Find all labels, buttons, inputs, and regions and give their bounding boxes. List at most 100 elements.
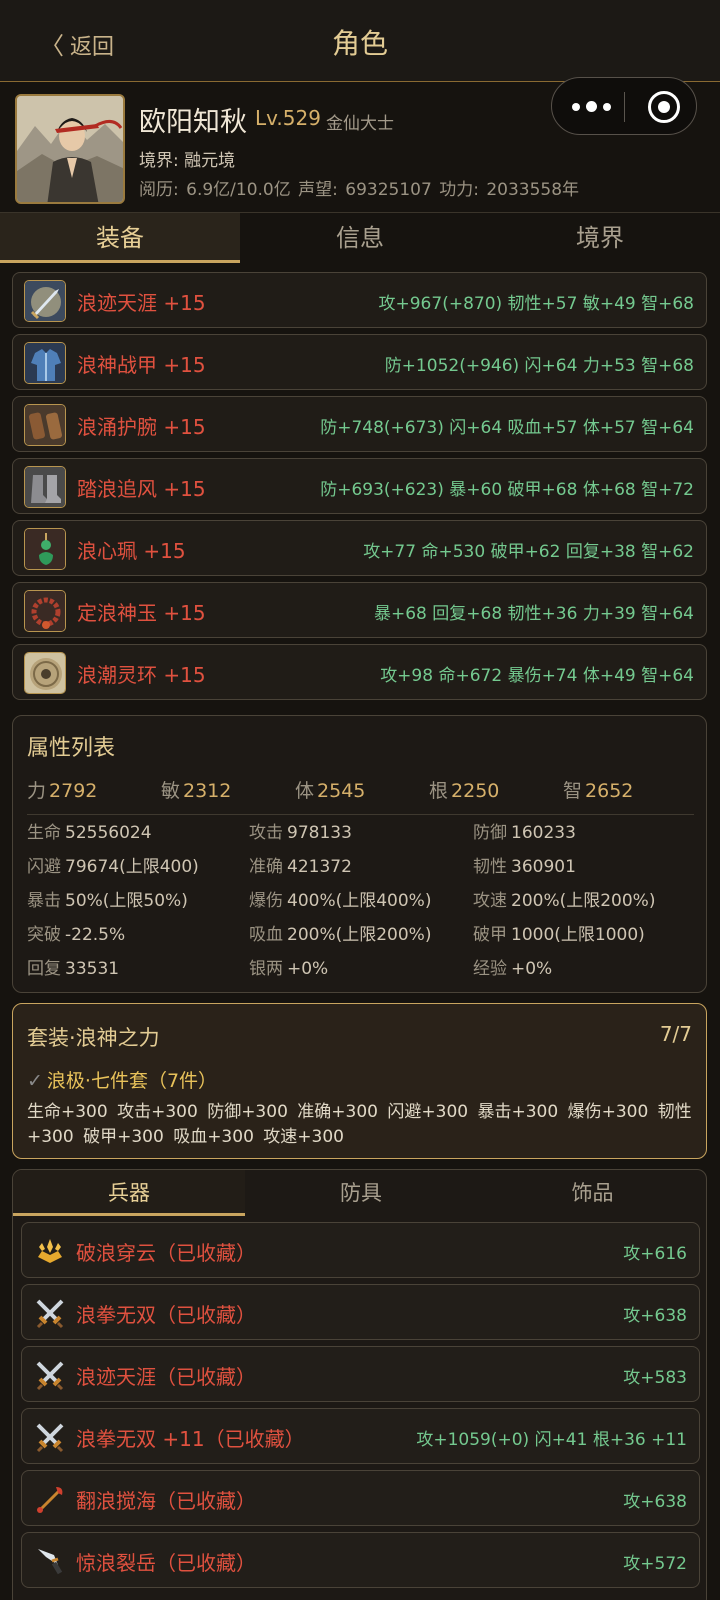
- attr-cell: 破甲 1000(上限1000): [473, 925, 645, 945]
- equipment-name: 定浪神玉 +15: [77, 601, 206, 625]
- tab-equipment[interactable]: 装备: [0, 213, 240, 263]
- dagger-icon: [34, 1545, 66, 1577]
- capsule-divider: [624, 92, 625, 122]
- golden-crown-icon: [34, 1235, 66, 1267]
- equipment-row[interactable]: 浪涌护腕 +15 防+748(+673) 闪+64 吸血+57 体+57 智+6…: [12, 396, 707, 452]
- equipment-stats: 攻+77 命+530 破甲+62 回复+38 智+62: [363, 542, 694, 562]
- collection-row[interactable]: 浪拳无双 +11（已收藏） 攻+1059(+0) 闪+41 根+36 +11: [21, 1408, 700, 1464]
- attr-cell: 闪避 79674(上限400): [27, 857, 199, 877]
- equipment-name: 浪心珮 +15: [77, 539, 186, 563]
- miniprogram-capsule: [551, 77, 697, 135]
- attr-cell: 攻击 978133: [249, 823, 352, 843]
- collection-name: 浪拳无双 +11（已收藏）: [76, 1427, 305, 1451]
- collection-stats: 攻+583: [623, 1368, 687, 1388]
- set-title: 套装·浪神之力: [27, 1026, 160, 1050]
- tab-weapons[interactable]: 兵器: [13, 1170, 245, 1216]
- more-dots-icon[interactable]: [572, 95, 612, 119]
- base-attr: 智 2652: [563, 780, 634, 802]
- top-bar: 〈返回 角色: [0, 0, 720, 82]
- attr-cell: 暴击 50%(上限50%): [27, 891, 188, 911]
- set-bonus-text: 生命+300 攻击+300 防御+300 准确+300 闪避+300 暴击+30…: [27, 1102, 692, 1147]
- character-rank: 金仙大士: [326, 114, 394, 134]
- equipment-stats: 防+748(+673) 闪+64 吸血+57 体+57 智+64: [320, 418, 694, 438]
- collection-stats: 攻+616: [623, 1244, 687, 1264]
- boots-icon: [24, 466, 66, 508]
- set-count: 7/7: [659, 1022, 692, 1046]
- tab-accessories[interactable]: 饰品: [477, 1170, 706, 1216]
- collection-row[interactable]: 破浪穿云（已收藏） 攻+616: [21, 1222, 700, 1278]
- crossed-swords-icon: [34, 1359, 66, 1391]
- collection-name: 破浪穿云（已收藏）: [76, 1241, 256, 1265]
- crossed-swords-icon: [34, 1297, 66, 1329]
- equipment-stats: 防+693(+623) 暴+60 破甲+68 体+68 智+72: [320, 480, 694, 500]
- character-level: Lv.529: [255, 106, 321, 130]
- base-attr: 力 2792: [27, 780, 98, 802]
- avatar[interactable]: [15, 94, 125, 204]
- attr-cell: 防御 160233: [473, 823, 576, 843]
- equipment-stats: 暴+68 回复+68 韧性+36 力+39 智+64: [374, 604, 694, 624]
- equipment-row[interactable]: 浪神战甲 +15 防+1052(+946) 闪+64 力+53 智+68: [12, 334, 707, 390]
- close-target-icon[interactable]: [648, 91, 680, 123]
- collection-stats: 攻+638: [623, 1306, 687, 1326]
- collection-stats: 攻+572: [623, 1554, 687, 1574]
- collection-row[interactable]: 翻浪搅海（已收藏） 攻+638: [21, 1470, 700, 1526]
- bracers-icon: [24, 404, 66, 446]
- equipment-stats: 防+1052(+946) 闪+64 力+53 智+68: [384, 356, 694, 376]
- character-stats: 阅历: 6.9亿/10.0亿 声望: 69325107 功力: 2033558年: [139, 180, 580, 200]
- tab-armor[interactable]: 防具: [245, 1170, 477, 1216]
- jade-pendant-icon: [24, 528, 66, 570]
- equipment-name: 浪神战甲 +15: [77, 353, 206, 377]
- equipment-name: 浪涌护腕 +15: [77, 415, 206, 439]
- equipment-name: 浪潮灵环 +15: [77, 663, 206, 687]
- main-tabs: 装备 信息 境界: [0, 212, 720, 263]
- bead-bracelet-icon: [24, 590, 66, 632]
- equipment-name: 踏浪追风 +15: [77, 477, 206, 501]
- set-subtitle: ✓ 浪极·七件套（7件）: [27, 1070, 218, 1092]
- collection-name: 浪拳无双（已收藏）: [76, 1303, 256, 1327]
- collection-tabs: 兵器 防具 饰品: [13, 1170, 706, 1216]
- attr-cell: 攻速 200%(上限200%): [473, 891, 656, 911]
- collection-panel: 兵器 防具 饰品 破浪穿云（已收藏） 攻+616 浪拳无双（已收藏） 攻+638…: [12, 1169, 707, 1600]
- attr-cell: 银两 +0%: [249, 959, 329, 979]
- attr-cell: 经验 +0%: [473, 959, 553, 979]
- equipment-name: 浪迹天涯 +15: [77, 291, 206, 315]
- tab-realm[interactable]: 境界: [480, 213, 720, 263]
- collection-name: 浪迹天涯（已收藏）: [76, 1365, 256, 1389]
- glowing-sword-icon: [24, 280, 66, 322]
- set-bonus-panel[interactable]: 套装·浪神之力 7/7 ✓ 浪极·七件套（7件） 生命+300 攻击+300 防御…: [12, 1003, 707, 1159]
- tab-info[interactable]: 信息: [240, 213, 480, 263]
- jade-disc-icon: [24, 652, 66, 694]
- character-name: 欧阳知秋: [139, 107, 247, 138]
- equipment-stats: 攻+98 命+672 暴伤+74 体+49 智+64: [380, 666, 694, 686]
- collection-stats: 攻+1059(+0) 闪+41 根+36 +11: [416, 1430, 687, 1450]
- collection-name: 惊浪裂岳（已收藏）: [76, 1551, 256, 1575]
- collection-stats: 攻+638: [623, 1492, 687, 1512]
- crossed-swords-icon: [34, 1421, 66, 1453]
- collection-row[interactable]: 惊浪裂岳（已收藏） 攻+572: [21, 1532, 700, 1588]
- collection-row[interactable]: 浪拳无双（已收藏） 攻+638: [21, 1284, 700, 1340]
- attribute-title: 属性列表: [27, 736, 116, 761]
- equipment-row[interactable]: 定浪神玉 +15 暴+68 回复+68 韧性+36 力+39 智+64: [12, 582, 707, 638]
- equipment-row[interactable]: 浪迹天涯 +15 攻+967(+870) 韧性+57 敏+49 智+68: [12, 272, 707, 328]
- red-staff-icon: [34, 1483, 66, 1515]
- page-title: 角色: [331, 27, 388, 60]
- equipment-row[interactable]: 浪潮灵环 +15 攻+98 命+672 暴伤+74 体+49 智+64: [12, 644, 707, 700]
- base-attr: 体 2545: [295, 780, 366, 802]
- attr-cell: 韧性 360901: [473, 857, 576, 877]
- attr-cell: 生命 52556024: [27, 823, 152, 843]
- attr-cell: 准确 421372: [249, 857, 352, 877]
- check-icon: ✓: [27, 1070, 43, 1092]
- base-attr: 敏 2312: [161, 780, 232, 802]
- base-attr: 根 2250: [429, 780, 500, 802]
- attr-cell: 回复 33531: [27, 959, 120, 979]
- attribute-divider: [27, 814, 694, 815]
- equipment-row[interactable]: 踏浪追风 +15 防+693(+623) 暴+60 破甲+68 体+68 智+7…: [12, 458, 707, 514]
- equipment-row[interactable]: 浪心珮 +15 攻+77 命+530 破甲+62 回复+38 智+62: [12, 520, 707, 576]
- attr-cell: 突破 -22.5%: [27, 925, 126, 945]
- character-realm: 境界: 融元境: [139, 151, 236, 171]
- collection-row[interactable]: 浪迹天涯（已收藏） 攻+583: [21, 1346, 700, 1402]
- armor-robe-icon: [24, 342, 66, 384]
- equipment-stats: 攻+967(+870) 韧性+57 敏+49 智+68: [378, 294, 695, 314]
- attribute-panel: 属性列表 力 2792 敏 2312 体 2545 根 2250 智 2652 生命 525…: [12, 715, 707, 993]
- attr-cell: 爆伤 400%(上限400%): [249, 891, 432, 911]
